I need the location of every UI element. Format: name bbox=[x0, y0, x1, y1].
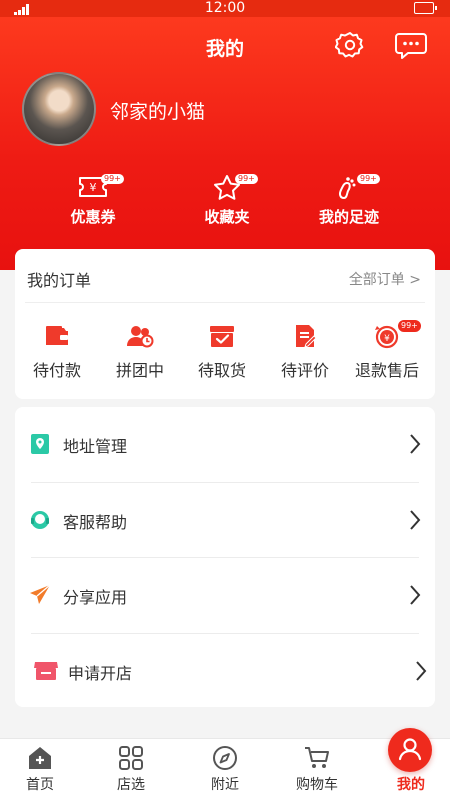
page-title: 我的 bbox=[205, 38, 244, 60]
grid-icon bbox=[119, 746, 143, 770]
wallet-icon bbox=[46, 326, 68, 345]
order-status-awaiting-pickup[interactable]: 待取货 bbox=[180, 323, 264, 381]
quick-link-label: 优惠券 bbox=[70, 208, 116, 226]
tab-nearby[interactable]: 附近 bbox=[180, 739, 270, 800]
menu-item-label: 地址管理 bbox=[63, 437, 128, 456]
tab-label: 我的 bbox=[397, 777, 425, 793]
chevron-right-icon bbox=[410, 510, 421, 530]
order-status-label: 退款售后 bbox=[354, 361, 419, 380]
favorites-badge: 99+ bbox=[235, 174, 258, 184]
refund-badge: 99+ bbox=[397, 319, 422, 333]
menu-item-label: 分享应用 bbox=[63, 588, 128, 607]
bottom-tab-bar: 首页 店选 附近 购物车 我的 bbox=[0, 738, 450, 800]
avatar[interactable] bbox=[22, 72, 96, 146]
status-time: 12:00 bbox=[204, 0, 246, 16]
quick-link-footprints[interactable]: 99+ 我的足迹 bbox=[299, 174, 399, 227]
profile-tab-active-indicator[interactable] bbox=[388, 728, 432, 772]
menu-item-open-store[interactable]: 申请开店 bbox=[15, 634, 435, 710]
chevron-right-icon bbox=[410, 434, 421, 454]
battery-icon bbox=[414, 2, 437, 14]
store-icon bbox=[34, 662, 58, 680]
order-status-label: 待付款 bbox=[32, 361, 81, 380]
address-icon bbox=[31, 434, 49, 454]
share-icon bbox=[30, 584, 51, 604]
menu-item-label: 客服帮助 bbox=[63, 513, 128, 532]
quick-link-favorites[interactable]: 99+ 收藏夹 bbox=[177, 174, 277, 227]
order-status-label: 待取货 bbox=[197, 361, 246, 380]
menu-card: 地址管理 客服帮助 分享应用 申请开店 bbox=[15, 407, 435, 707]
tab-label: 店选 bbox=[117, 777, 145, 793]
pickup-box-icon bbox=[210, 326, 234, 347]
coupon-badge: 99+ bbox=[101, 174, 124, 184]
svg-text:¥: ¥ bbox=[384, 334, 390, 344]
orders-card: 我的订单 全部订单 > 待付款 拼团中 待取货 待评价 ¥ 99+ 退款售后 bbox=[15, 249, 435, 399]
order-status-label: 拼团中 bbox=[115, 361, 164, 380]
tab-cart[interactable]: 购物车 bbox=[272, 739, 362, 800]
username[interactable]: 邻家的小猫 bbox=[110, 97, 205, 124]
customer-service-icon bbox=[31, 511, 49, 529]
review-icon bbox=[296, 325, 317, 348]
chevron-right-icon bbox=[416, 661, 427, 681]
divider bbox=[25, 302, 425, 303]
order-status-label: 待评价 bbox=[280, 361, 329, 380]
menu-item-address[interactable]: 地址管理 bbox=[15, 407, 435, 483]
tab-home[interactable]: 首页 bbox=[0, 739, 85, 800]
orders-title: 我的订单 bbox=[27, 271, 92, 290]
order-status-pending-payment[interactable]: 待付款 bbox=[15, 323, 99, 381]
group-buy-icon bbox=[127, 326, 154, 348]
footprints-badge: 99+ bbox=[357, 174, 380, 184]
svg-text:¥: ¥ bbox=[90, 181, 97, 194]
order-status-to-review[interactable]: 待评价 bbox=[263, 323, 347, 381]
tab-label: 附近 bbox=[211, 777, 239, 793]
home-icon bbox=[29, 747, 51, 769]
order-status-group-buy[interactable]: 拼团中 bbox=[98, 323, 182, 381]
menu-item-customer-service[interactable]: 客服帮助 bbox=[15, 483, 435, 559]
chevron-right-icon bbox=[410, 585, 421, 605]
status-bar: 12:00 bbox=[0, 0, 450, 17]
tab-label: 购物车 bbox=[296, 777, 338, 793]
message-icon[interactable] bbox=[395, 30, 427, 60]
tab-label: 首页 bbox=[26, 777, 54, 793]
view-all-orders-link[interactable]: 全部订单 > bbox=[349, 269, 421, 289]
tab-store-picks[interactable]: 店选 bbox=[86, 739, 176, 800]
order-status-refund[interactable]: ¥ 99+ 退款售后 bbox=[345, 319, 429, 381]
settings-icon[interactable] bbox=[334, 30, 365, 60]
menu-item-label: 申请开店 bbox=[68, 664, 133, 683]
quick-link-label: 收藏夹 bbox=[204, 208, 250, 226]
quick-link-coupons[interactable]: ¥ 99+ 优惠券 bbox=[43, 174, 143, 227]
menu-item-share[interactable]: 分享应用 bbox=[15, 558, 435, 634]
cart-icon bbox=[305, 747, 329, 768]
compass-icon bbox=[213, 746, 237, 770]
quick-link-label: 我的足迹 bbox=[318, 208, 379, 226]
profile-icon bbox=[398, 738, 422, 761]
